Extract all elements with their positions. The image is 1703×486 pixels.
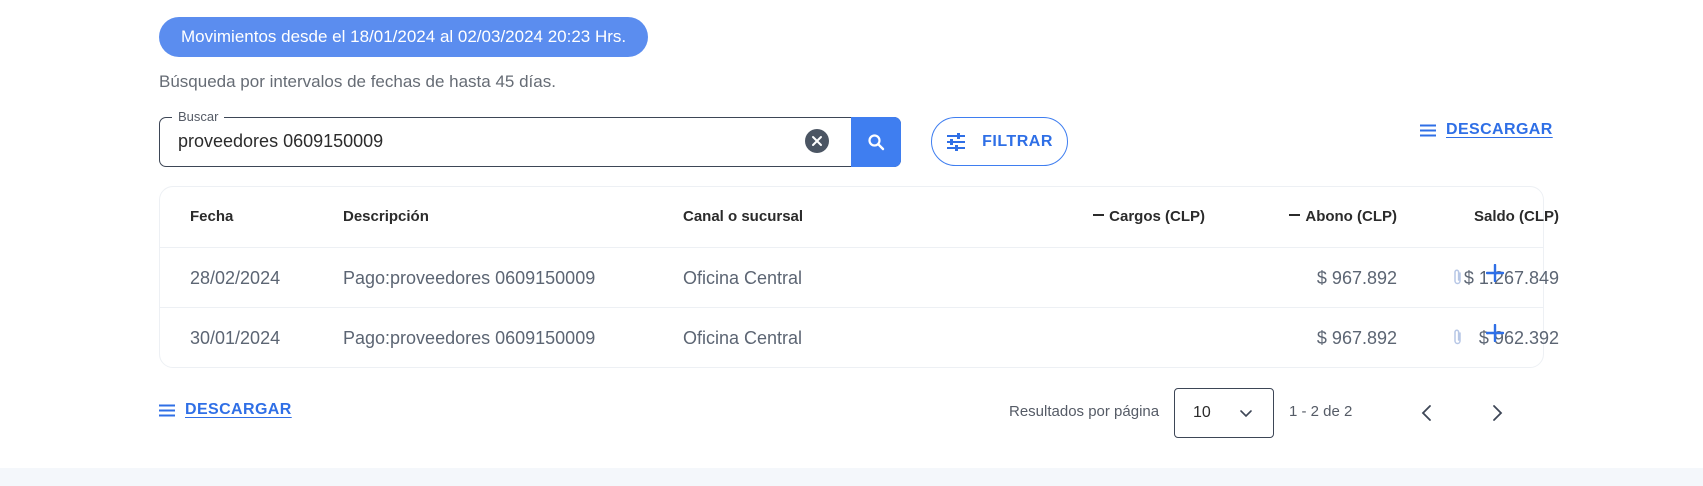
download-button-bottom[interactable]: DESCARGAR (159, 401, 292, 419)
table-header: Fecha Descripción Canal o sucursal Cargo… (160, 187, 1559, 247)
chevron-right-icon[interactable] (1490, 403, 1504, 423)
chevron-left-icon[interactable] (1420, 403, 1434, 423)
search-hint: Búsqueda por intervalos de fechas de has… (159, 72, 556, 91)
menu-lines-icon (159, 404, 175, 416)
col-descripcion: Descripción (343, 208, 429, 225)
download-label: DESCARGAR (185, 401, 292, 418)
cell-saldo: $ 962.392 (1478, 328, 1559, 348)
search-button[interactable] (851, 116, 901, 167)
cell-saldo: $ 1.267.849 (1463, 268, 1559, 288)
table-row: 30/01/2024 Pago:proveedores 0609150009 O… (160, 307, 1559, 367)
close-icon (812, 136, 822, 146)
pagination-range: 1 - 2 de 2 (1289, 403, 1353, 420)
period-badge: Movimientos desde el 18/01/2024 al 02/03… (159, 17, 649, 57)
plus-icon[interactable] (1486, 264, 1504, 282)
search-icon (868, 133, 885, 150)
footer-band (0, 468, 1703, 486)
download-label: DESCARGAR (1446, 121, 1553, 138)
plus-icon[interactable] (1486, 324, 1504, 342)
filter-button[interactable]: FILTRAR (931, 117, 1068, 166)
cell-canal: Oficina Central (683, 268, 803, 288)
search-input[interactable] (178, 118, 738, 165)
movements-table: Fecha Descripción Canal o sucursal Cargo… (159, 186, 1559, 368)
paperclip-icon[interactable] (1453, 328, 1463, 346)
per-page-select[interactable]: 10 (1174, 388, 1274, 438)
menu-lines-icon (1420, 124, 1436, 136)
col-fecha: Fecha (190, 208, 234, 225)
download-button-top[interactable]: DESCARGAR (1420, 121, 1553, 139)
clear-search-button[interactable] (805, 129, 829, 153)
cell-descripcion: Pago:proveedores 0609150009 (343, 328, 596, 348)
sliders-icon (947, 132, 966, 151)
per-page-label: Resultados por página (1009, 403, 1160, 420)
paperclip-icon[interactable] (1453, 268, 1463, 286)
cell-fecha: 28/02/2024 (190, 268, 281, 288)
per-page-value: 10 (1193, 404, 1211, 421)
table-row: 28/02/2024 Pago:proveedores 0609150009 O… (160, 247, 1559, 307)
chevron-down-icon (1240, 410, 1252, 418)
cell-fecha: 30/01/2024 (190, 328, 281, 348)
filter-label: FILTRAR (982, 132, 1053, 150)
cell-descripcion: Pago:proveedores 0609150009 (343, 268, 596, 288)
col-saldo: Saldo (CLP) (1474, 208, 1559, 225)
search-field: Buscar (159, 109, 901, 167)
col-canal: Canal o sucursal (683, 208, 804, 225)
cell-canal: Oficina Central (683, 328, 803, 348)
